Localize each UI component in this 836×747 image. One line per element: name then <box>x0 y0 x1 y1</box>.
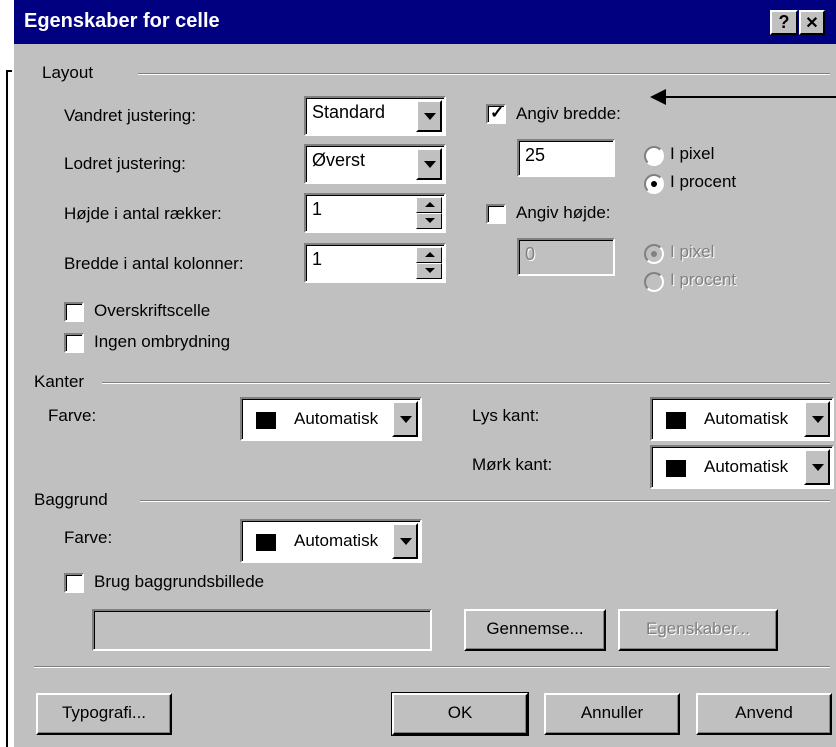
width-input[interactable]: 25 <box>517 139 615 177</box>
light-border-label: Lys kant: <box>472 406 540 425</box>
browse-button[interactable]: Gennemse... <box>464 609 606 651</box>
borders-group-label: Kanter <box>34 372 85 391</box>
height-input[interactable]: 0 <box>517 238 615 276</box>
close-icon: ✕ <box>805 15 819 32</box>
stepper-up-icon[interactable] <box>416 197 442 213</box>
color-swatch <box>256 534 276 551</box>
footer-divider <box>34 666 830 668</box>
stepper-up-icon[interactable] <box>416 247 442 263</box>
apply-button[interactable]: Anvend <box>696 693 832 735</box>
horizontal-align-select[interactable]: Standard <box>304 96 446 136</box>
chevron-down-icon[interactable] <box>392 523 418 559</box>
width-checkbox[interactable]: ✓ <box>486 103 506 124</box>
background-color-label: Farve: <box>64 528 113 547</box>
height-pixel-label[interactable]: I pixel <box>670 242 714 262</box>
dark-border-label: Mørk kant: <box>472 455 553 474</box>
vertical-align-label: Lodret justering: <box>64 154 186 173</box>
border-color-select[interactable]: Automatisk <box>240 397 422 441</box>
dialog-title: Egenskaber for celle <box>24 10 220 32</box>
chevron-down-icon[interactable] <box>416 100 442 132</box>
width-pixel-radio[interactable] <box>644 146 664 166</box>
width-pixel-label[interactable]: I pixel <box>670 144 714 164</box>
layout-group-label: Layout <box>42 63 94 82</box>
chevron-down-icon[interactable] <box>416 148 442 180</box>
cancel-button[interactable]: Annuller <box>544 693 680 735</box>
background-image-path-input[interactable] <box>92 609 432 651</box>
properties-button[interactable]: Egenskaber... <box>618 609 778 651</box>
no-wrap-checkbox[interactable] <box>64 333 84 353</box>
horizontal-align-label: Vandret justering: <box>64 106 196 125</box>
border-color-label: Farve: <box>48 406 97 425</box>
height-percent-label[interactable]: I procent <box>670 270 736 290</box>
use-background-image-label[interactable]: Brug baggrundsbillede <box>94 572 264 592</box>
header-cell-checkbox[interactable] <box>64 302 84 322</box>
dark-border-select[interactable]: Automatisk <box>650 445 834 489</box>
col-span-input[interactable]: 1 <box>304 243 446 283</box>
height-pixel-radio[interactable] <box>644 244 664 264</box>
color-swatch <box>666 460 686 477</box>
callout-arrowhead-right <box>650 89 666 105</box>
title-bar: Egenskaber for celle ? ✕ <box>14 0 836 44</box>
vertical-align-select[interactable]: Øverst <box>304 144 446 184</box>
height-check-label[interactable]: Angiv højde: <box>516 203 611 223</box>
light-border-select[interactable]: Automatisk <box>650 397 834 441</box>
width-percent-label[interactable]: I procent <box>670 172 736 192</box>
use-background-image-checkbox[interactable] <box>64 573 84 593</box>
row-span-input[interactable]: 1 <box>304 193 446 233</box>
stepper-down-icon[interactable] <box>416 213 442 229</box>
color-swatch <box>256 412 276 429</box>
row-span-stepper[interactable] <box>416 197 442 229</box>
chevron-down-icon[interactable] <box>804 401 830 437</box>
background-color-select[interactable]: Automatisk <box>240 519 422 563</box>
callout-line-vertical <box>6 70 8 747</box>
row-span-label: Højde i antal rækker: <box>64 204 222 223</box>
help-button[interactable]: ? <box>770 10 798 35</box>
col-span-stepper[interactable] <box>416 247 442 279</box>
header-cell-label[interactable]: Overskriftscelle <box>94 301 210 321</box>
width-check-label[interactable]: Angiv bredde: <box>516 104 621 124</box>
borders-group-divider <box>102 382 830 384</box>
height-checkbox[interactable] <box>486 204 506 224</box>
style-button[interactable]: Typografi... <box>36 693 172 735</box>
stepper-down-icon[interactable] <box>416 263 442 279</box>
layout-group-divider <box>138 73 830 75</box>
background-group-divider <box>140 500 830 502</box>
no-wrap-label[interactable]: Ingen ombrydning <box>94 332 230 352</box>
width-percent-radio[interactable] <box>644 174 664 194</box>
check-icon: ✓ <box>490 103 505 122</box>
close-button[interactable]: ✕ <box>799 10 825 35</box>
help-icon: ? <box>778 12 790 32</box>
col-span-label: Bredde i antal kolonner: <box>64 254 244 273</box>
callout-line-right <box>664 96 836 98</box>
cell-properties-dialog: Egenskaber for celle ? ✕ Layout Vandret … <box>12 0 836 747</box>
chevron-down-icon[interactable] <box>392 401 418 437</box>
color-swatch <box>666 412 686 429</box>
ok-button[interactable]: OK <box>391 692 529 736</box>
height-percent-radio[interactable] <box>644 272 664 292</box>
chevron-down-icon[interactable] <box>804 449 830 485</box>
background-group-label: Baggrund <box>34 490 108 509</box>
